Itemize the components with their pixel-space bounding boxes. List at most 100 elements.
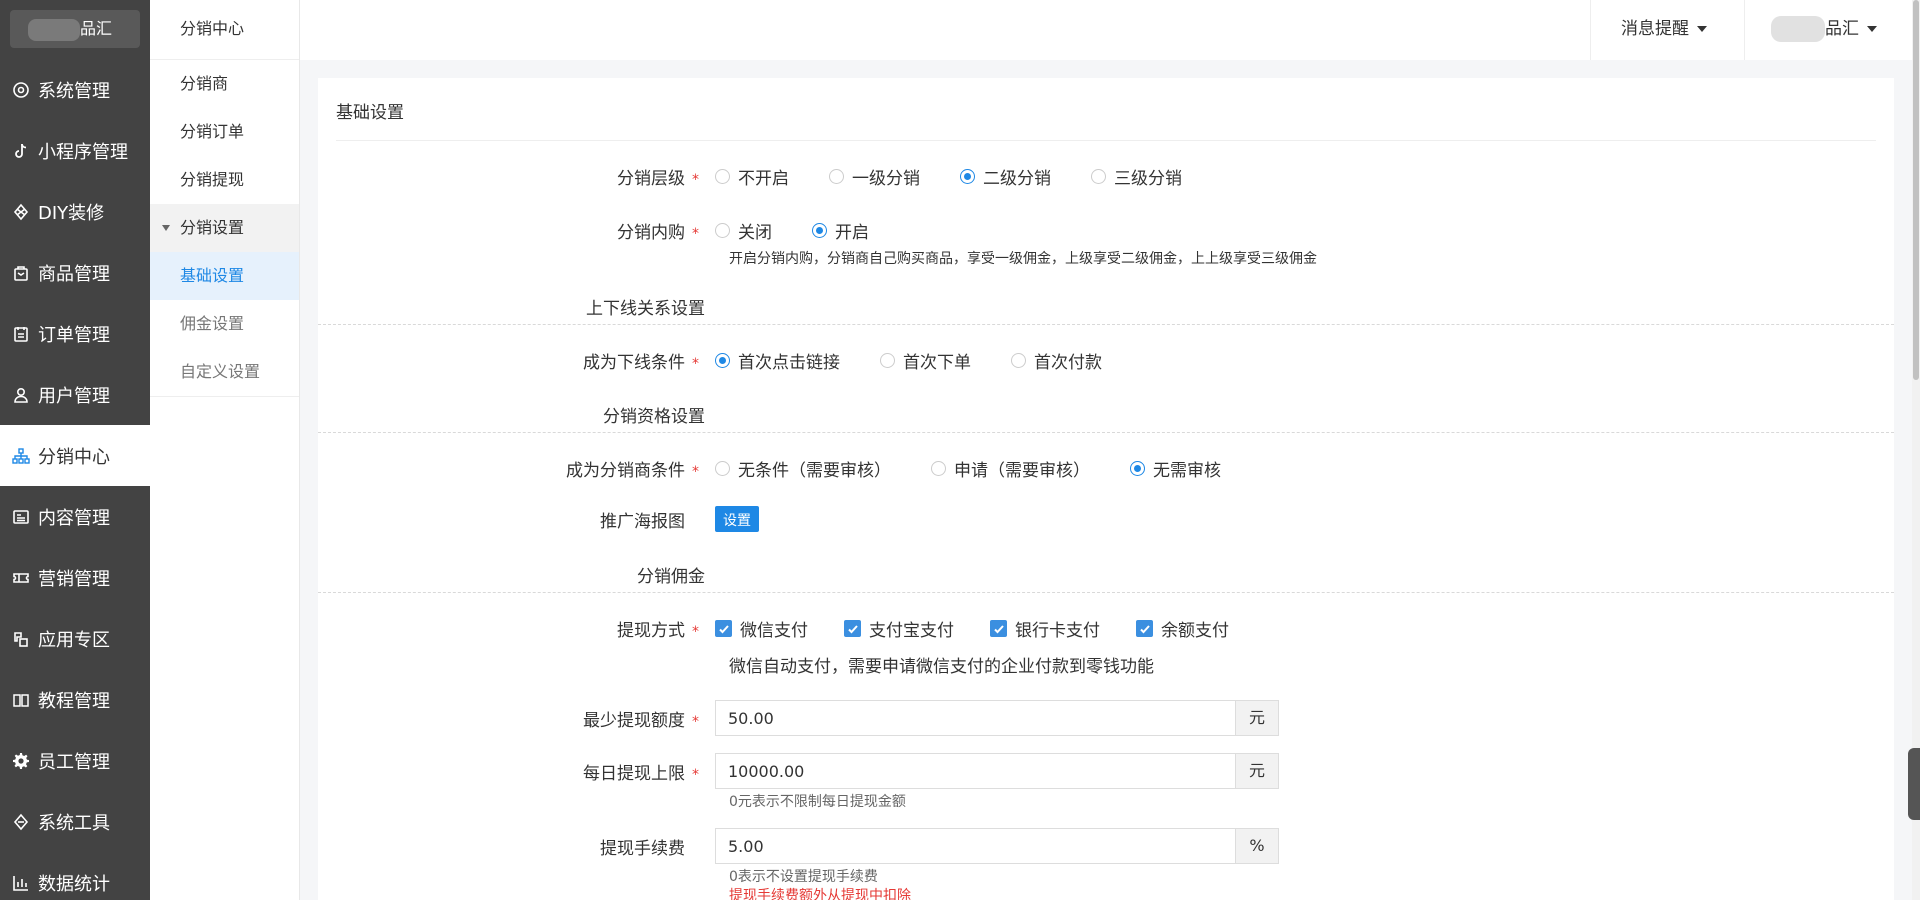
checkmark-icon[interactable] [715,620,732,637]
radio-circle[interactable] [1011,353,1026,368]
min-withdraw-label: 最少提现额度 * [583,710,699,731]
level-radio-2[interactable]: 一级分销 [829,164,920,189]
downline-radio-3[interactable]: 首次付款 [1011,348,1102,373]
sidebar-item-12[interactable]: 员工管理 [0,730,150,791]
poster-row: 推广海报图 设置 [318,506,759,532]
subnav-group-settings[interactable]: 分销设置 [150,204,299,252]
subnav-item-orders[interactable]: 分销订单 [150,108,299,156]
radio-circle[interactable] [715,169,730,184]
radio-circle[interactable] [1130,461,1145,476]
poster-settings-button[interactable]: 设置 [715,506,759,532]
sidebar-item-9[interactable]: 营销管理 [0,547,150,608]
section-divider [318,592,1894,593]
poster-label: 推广海报图 [600,511,685,532]
withdraw-method-row: 提现方式 * 微信支付 支付宝支付 银行卡支付 余额支付 [318,616,1265,641]
self-buy-row: 分销内购 * 关闭 开启 [318,218,909,243]
radio-circle[interactable] [1091,169,1106,184]
checkmark-icon[interactable] [990,620,1007,637]
sidebar-item-6[interactable]: 用户管理 [0,364,150,425]
user-label: 品汇 [1825,19,1859,39]
floating-side-widget[interactable] [1908,748,1920,820]
sidebar-item-11[interactable]: 教程管理 [0,669,150,730]
sidebar-item-13[interactable]: 系统工具 [0,791,150,852]
radio-label: 无条件（需要审核） [738,461,891,481]
section-divider [318,324,1894,325]
sidebar-item-8[interactable]: 内容管理 [0,486,150,547]
user-dropdown[interactable]: 品汇 [1744,0,1894,60]
sidebar-item-3[interactable]: DIY装修 [0,181,150,242]
sidebar-item-7[interactable]: 分销中心 [0,425,150,486]
gear-circle-icon [12,81,30,99]
article-icon [12,508,30,526]
radio-circle[interactable] [715,353,730,368]
checkmark-icon[interactable] [844,620,861,637]
sidebar-item-5[interactable]: 订单管理 [0,303,150,364]
subnav-item-basic-settings[interactable]: 基础设置 [150,252,299,300]
min-withdraw-row: 最少提现额度* 元 [318,700,1279,736]
subnav-item-withdrawals[interactable]: 分销提现 [150,156,299,204]
radio-circle[interactable] [960,169,975,184]
scrollbar-thumb[interactable] [1913,0,1919,380]
distributor-radio-3[interactable]: 无需审核 [1130,456,1221,481]
downline-row: 成为下线条件 * 首次点击链接 首次下单 首次付款 [318,348,1142,373]
subnav-item-commission-settings[interactable]: 佣金设置 [150,300,299,348]
sitemap-icon [12,447,30,465]
sidebar-item-label: 系统管理 [38,80,110,102]
subnav-item-distributors[interactable]: 分销商 [150,60,299,108]
sidebar-item-1[interactable]: 系统管理 [0,59,150,120]
logo-text: 品汇 [80,19,113,38]
downline-radio-1[interactable]: 首次点击链接 [715,348,840,373]
sidebar-item-4[interactable]: 商品管理 [0,242,150,303]
radio-circle[interactable] [812,223,827,238]
daily-limit-label: 每日提现上限 * [583,763,699,784]
withdraw-method-checkbox-4[interactable]: 余额支付 [1136,616,1229,641]
subnav-item-custom-settings[interactable]: 自定义设置 [150,348,299,396]
section-relation-title: 上下线关系设置 [586,299,705,319]
main-sidebar: 品汇 系统管理小程序管理 DIY装修 商品管理 订单管理 用户管理 分销中心内容管理营销管… [0,0,150,900]
level-radio-1[interactable]: 不开启 [715,164,789,189]
radio-circle[interactable] [829,169,844,184]
sidebar-item-10[interactable]: 应用专区 [0,608,150,669]
logo[interactable]: 品汇 [10,10,140,48]
fee-input-group: % [715,828,1279,864]
withdraw-method-hint: 微信自动支付，需要申请微信支付的企业付款到零钱功能 [729,657,1154,677]
level-radio-3[interactable]: 二级分销 [960,164,1051,189]
fee-input[interactable] [715,828,1235,864]
self-buy-radio-2[interactable]: 开启 [812,218,869,243]
withdraw-method-checkbox-3[interactable]: 银行卡支付 [990,616,1100,641]
distributor-radio-1[interactable]: 无条件（需要审核） [715,456,891,481]
bar-chart-icon [12,874,30,892]
top-header: 消息提醒 品汇 [300,0,1920,60]
radio-circle[interactable] [931,461,946,476]
checkbox-label: 银行卡支付 [1015,621,1100,641]
sub-sidebar: 分销中心 分销商 分销订单 分销提现 分销设置 基础设置 佣金设置 自定义设置 [150,0,300,900]
withdraw-method-checkbox-group: 微信支付 支付宝支付 银行卡支付 余额支付 [715,616,1265,641]
messages-dropdown[interactable]: 消息提醒 [1590,0,1744,60]
radio-circle[interactable] [880,353,895,368]
downline-radio-2[interactable]: 首次下单 [880,348,971,373]
daily-limit-hint: 0元表示不限制每日提现金额 [729,794,906,810]
withdraw-method-checkbox-2[interactable]: 支付宝支付 [844,616,954,641]
sidebar-item-label: 内容管理 [38,507,110,529]
checkmark-icon[interactable] [1136,620,1153,637]
sidebar-item-label: 系统工具 [38,812,110,834]
sidebar-item-label: 教程管理 [38,690,110,712]
daily-limit-input[interactable] [715,753,1235,789]
distributor-radio-2[interactable]: 申请（需要审核） [931,456,1090,481]
self-buy-radio-1[interactable]: 关闭 [715,218,772,243]
sidebar-item-2[interactable]: 小程序管理 [0,120,150,181]
min-withdraw-input[interactable] [715,700,1235,736]
radio-circle[interactable] [715,223,730,238]
self-buy-radio-group: 关闭 开启 [715,218,909,243]
avatar [1771,16,1825,42]
caret-down-icon [1867,26,1877,32]
subnav-group-label: 分销设置 [180,218,245,237]
sidebar-item-14[interactable]: 数据统计 [0,852,150,900]
radio-label: 无需审核 [1153,461,1221,481]
radio-label: 开启 [835,223,869,243]
withdraw-method-checkbox-1[interactable]: 微信支付 [715,616,808,641]
level-radio-group: 不开启 一级分销 二级分销 三级分销 [715,164,1222,189]
radio-circle[interactable] [715,461,730,476]
min-withdraw-input-group: 元 [715,700,1279,736]
level-radio-4[interactable]: 三级分销 [1091,164,1182,189]
